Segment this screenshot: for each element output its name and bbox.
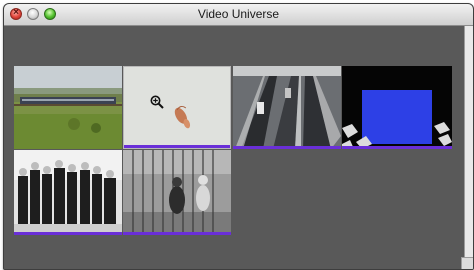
video-tile-train[interactable] — [14, 66, 122, 149]
highway-thumbnail — [233, 66, 341, 149]
selection-bar — [233, 146, 341, 149]
selection-bar — [124, 145, 230, 148]
resize-grip-icon[interactable] — [461, 257, 473, 269]
video-tile-crowd[interactable] — [14, 150, 122, 235]
selection-bar — [123, 232, 231, 235]
selection-bar — [342, 146, 452, 149]
video-tile-highway[interactable] — [233, 66, 341, 149]
train-thumbnail — [14, 66, 122, 149]
video-tile-cage[interactable] — [123, 150, 231, 235]
specimen-thumbnail — [124, 67, 230, 148]
video-tile-bluescreen[interactable] — [342, 66, 452, 149]
scroll-track[interactable] — [464, 26, 473, 269]
cage-thumbnail — [123, 150, 231, 235]
crowd-thumbnail — [14, 150, 122, 235]
window-title: Video Universe — [197, 7, 280, 21]
selection-bar — [14, 232, 122, 235]
video-universe-window: × Video Universe — [3, 3, 474, 270]
title-bar: × Video Universe — [4, 4, 473, 26]
video-grid — [4, 26, 473, 269]
video-tile-specimen[interactable] — [123, 66, 231, 149]
magnifier-zoom-icon[interactable] — [150, 95, 164, 109]
bluescreen-thumbnail — [342, 66, 452, 149]
